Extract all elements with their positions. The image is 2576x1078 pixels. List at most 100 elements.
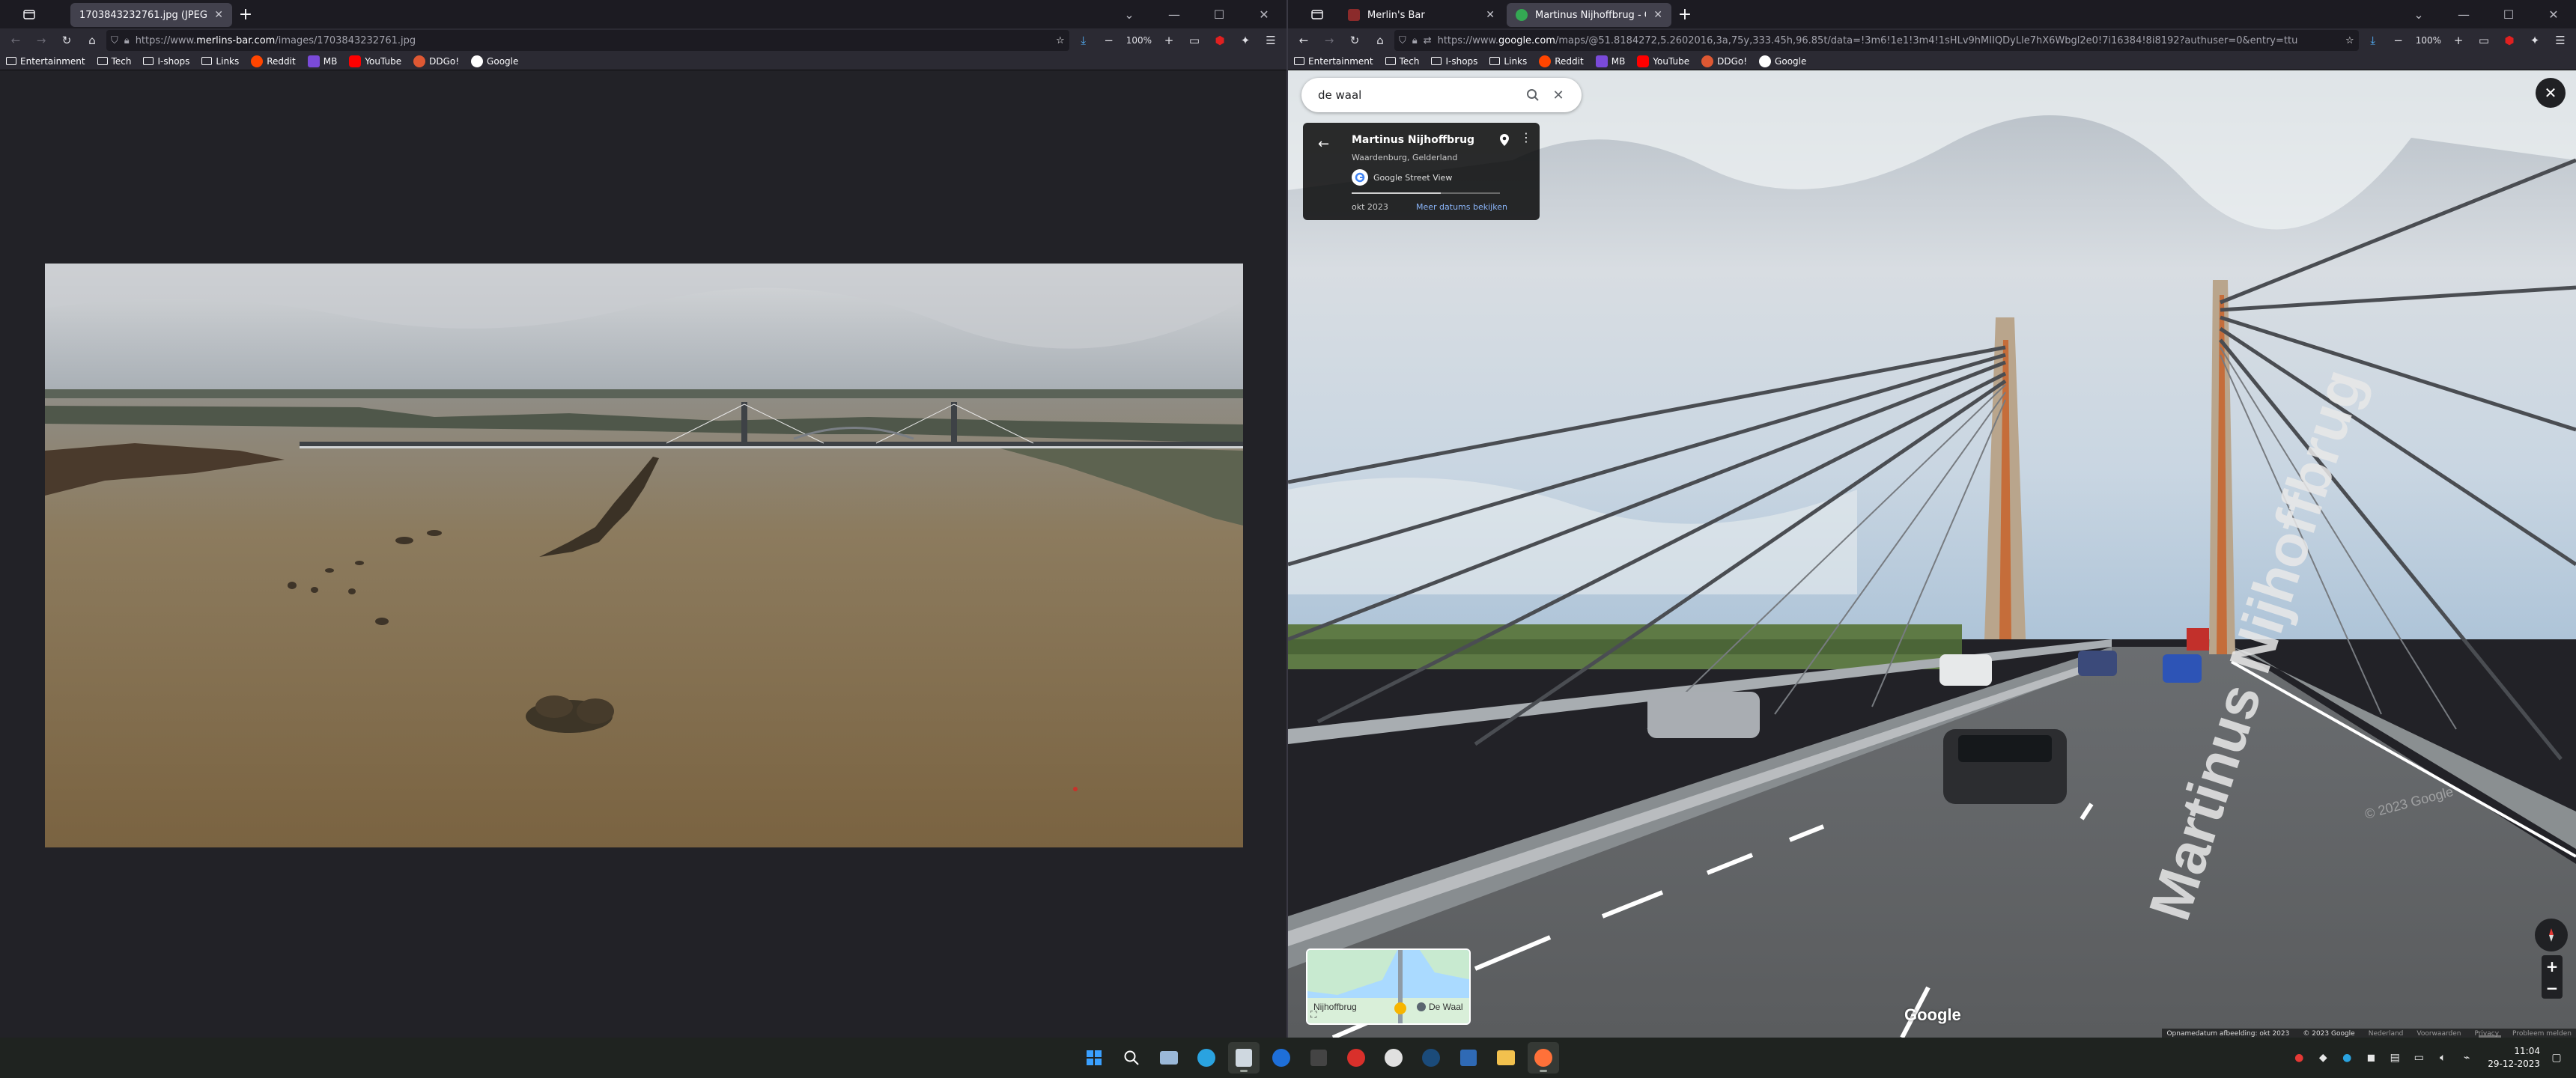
taskbar-file-explorer[interactable] [1490,1042,1522,1074]
tray-icon[interactable]: ⌁ [2459,1050,2474,1065]
back-icon[interactable]: ← [1292,30,1315,51]
zoom-out-icon[interactable]: − [2387,30,2410,51]
zoom-level[interactable]: 100% [2413,35,2444,46]
close-window-icon[interactable]: ✕ [1242,7,1287,22]
bookmark-links[interactable]: Links [201,56,239,67]
close-tab-icon[interactable]: ✕ [1486,9,1495,21]
ublock-icon[interactable]: ⬢ [1209,30,1231,51]
taskbar-telegram[interactable] [1191,1042,1222,1074]
more-options-icon[interactable]: ⋮ [1520,132,1532,144]
extension-icon[interactable]: ▭ [1183,30,1206,51]
bookmark-entertainment[interactable]: Entertainment [1294,56,1373,67]
tracking-protection-icon[interactable]: ⛉ [1399,35,1406,46]
tab-list-button[interactable] [15,0,43,28]
taskbar-app-grey[interactable] [1378,1042,1409,1074]
zoom-out-icon[interactable]: − [1098,30,1120,51]
more-dates-link[interactable]: Meer datums bekijken [1416,202,1507,212]
bookmark-ishops[interactable]: I-shops [143,56,189,67]
taskbar-steam[interactable] [1415,1042,1447,1074]
taskbar-search[interactable] [1116,1042,1147,1074]
notifications-icon[interactable]: ▢ [2549,1050,2564,1065]
bookmark-entertainment[interactable]: Entertainment [6,56,85,67]
location-pin-icon[interactable] [1499,133,1510,150]
flood-photo[interactable] [45,264,1243,847]
downloads-icon[interactable]: ⤓ [1072,30,1095,51]
privacy-link[interactable]: Privacy [2474,1030,2499,1038]
bookmark-google[interactable]: Google [471,55,518,67]
expand-map-icon[interactable]: ⛶ [1310,1009,1316,1020]
bookmark-star-icon[interactable]: ☆ [1056,35,1065,46]
back-arrow-icon[interactable]: ← [1318,136,1329,152]
menu-icon[interactable]: ☰ [2549,30,2572,51]
extensions-puzzle-icon[interactable]: ✦ [1234,30,1257,51]
bookmark-star-icon[interactable]: ☆ [2345,35,2354,46]
zoom-out-button[interactable]: − [2546,979,2559,997]
maps-search-box[interactable]: de waal ✕ [1301,78,1582,112]
tray-app-icon[interactable]: ● [2339,1050,2354,1065]
network-icon[interactable]: ▭ [2411,1050,2426,1065]
downloads-icon[interactable]: ⤓ [2362,30,2384,51]
taskbar-app-blue[interactable] [1266,1042,1297,1074]
back-icon[interactable]: ← [4,30,27,51]
bookmark-mb[interactable]: MB [307,55,337,67]
permissions-icon[interactable]: ⇄ [1424,35,1432,46]
taskbar-photos[interactable] [1153,1042,1185,1074]
minimap[interactable]: Nijhoffbrug De Waal ⛶ [1306,948,1471,1025]
taskbar-firefox[interactable] [1528,1042,1559,1074]
close-street-view-button[interactable]: ✕ [2536,78,2566,108]
menu-icon[interactable]: ☰ [1260,30,1282,51]
bookmark-google[interactable]: Google [1759,55,1806,67]
bookmark-youtube[interactable]: YouTube [349,55,401,67]
bookmark-ddgo[interactable]: DDGo! [1701,55,1747,67]
home-icon[interactable]: ⌂ [81,30,103,51]
close-tab-icon[interactable]: ✕ [1653,9,1662,21]
minimize-icon[interactable]: — [1152,7,1197,22]
tab-image[interactable]: 1703843232761.jpg (JPEG Image, 16… ✕ [70,3,232,27]
lock-icon[interactable]: 🔒︎ [1412,35,1418,46]
bookmark-tech[interactable]: Tech [97,56,131,67]
tracking-protection-icon[interactable]: ⛉ [111,35,118,46]
url-bar[interactable]: ⛉ 🔒︎ ⇄ https://www.google.com/maps/@51.8… [1394,30,2359,51]
volume-icon[interactable]: 🔈︎ [2435,1050,2450,1065]
minimize-icon[interactable]: — [2441,7,2486,22]
home-icon[interactable]: ⌂ [1369,30,1391,51]
new-tab-button[interactable]: + [232,2,259,26]
taskbar-app-office[interactable] [1453,1042,1484,1074]
bookmark-reddit[interactable]: Reddit [251,55,296,67]
tab-google-maps[interactable]: Martinus Nijhoffbrug - Google ✕ [1507,3,1671,27]
extension-icon[interactable]: ▭ [2473,30,2495,51]
taskbar-app-dark[interactable] [1303,1042,1334,1074]
bookmark-tech[interactable]: Tech [1385,56,1419,67]
zoom-in-icon[interactable]: + [1158,30,1180,51]
tray-app-icon[interactable]: ◼ [2363,1050,2378,1065]
new-tab-button[interactable]: + [1671,2,1698,26]
list-all-tabs-icon[interactable]: ⌄ [1107,7,1152,22]
taskbar-app-red[interactable] [1340,1042,1372,1074]
forward-icon[interactable]: → [1318,30,1340,51]
country-link[interactable]: Nederland [2369,1030,2404,1038]
tray-app-icon[interactable]: ● [2291,1050,2306,1065]
ublock-icon[interactable]: ⬢ [2498,30,2521,51]
maximize-icon[interactable]: ☐ [1197,7,1242,22]
forward-icon[interactable]: → [30,30,52,51]
report-problem-link[interactable]: Probleem melden [2512,1030,2572,1038]
bookmark-youtube[interactable]: YouTube [1637,55,1689,67]
clock[interactable]: 11:04 29-12-2023 [2488,1045,2540,1071]
tab-list-button[interactable] [1303,0,1331,28]
tab-merlins-bar[interactable]: Merlin's Bar ✕ [1339,3,1504,27]
start-button[interactable] [1078,1042,1110,1074]
reload-icon[interactable]: ↻ [1343,30,1366,51]
compass-button[interactable] [2535,919,2568,951]
terms-link[interactable]: Voorwaarden [2416,1030,2461,1038]
bookmark-ishops[interactable]: I-shops [1431,56,1477,67]
tray-app-icon[interactable]: ◆ [2315,1050,2330,1065]
zoom-in-button[interactable]: + [2546,957,2559,975]
search-icon[interactable] [1520,82,1546,108]
bookmark-ddgo[interactable]: DDGo! [413,55,459,67]
close-tab-icon[interactable]: ✕ [214,9,223,21]
close-window-icon[interactable]: ✕ [2531,7,2576,22]
taskbar-notepad[interactable] [1228,1042,1260,1074]
tray-app-icon[interactable]: ▤ [2387,1050,2402,1065]
reload-icon[interactable]: ↻ [55,30,78,51]
bookmark-links[interactable]: Links [1489,56,1527,67]
